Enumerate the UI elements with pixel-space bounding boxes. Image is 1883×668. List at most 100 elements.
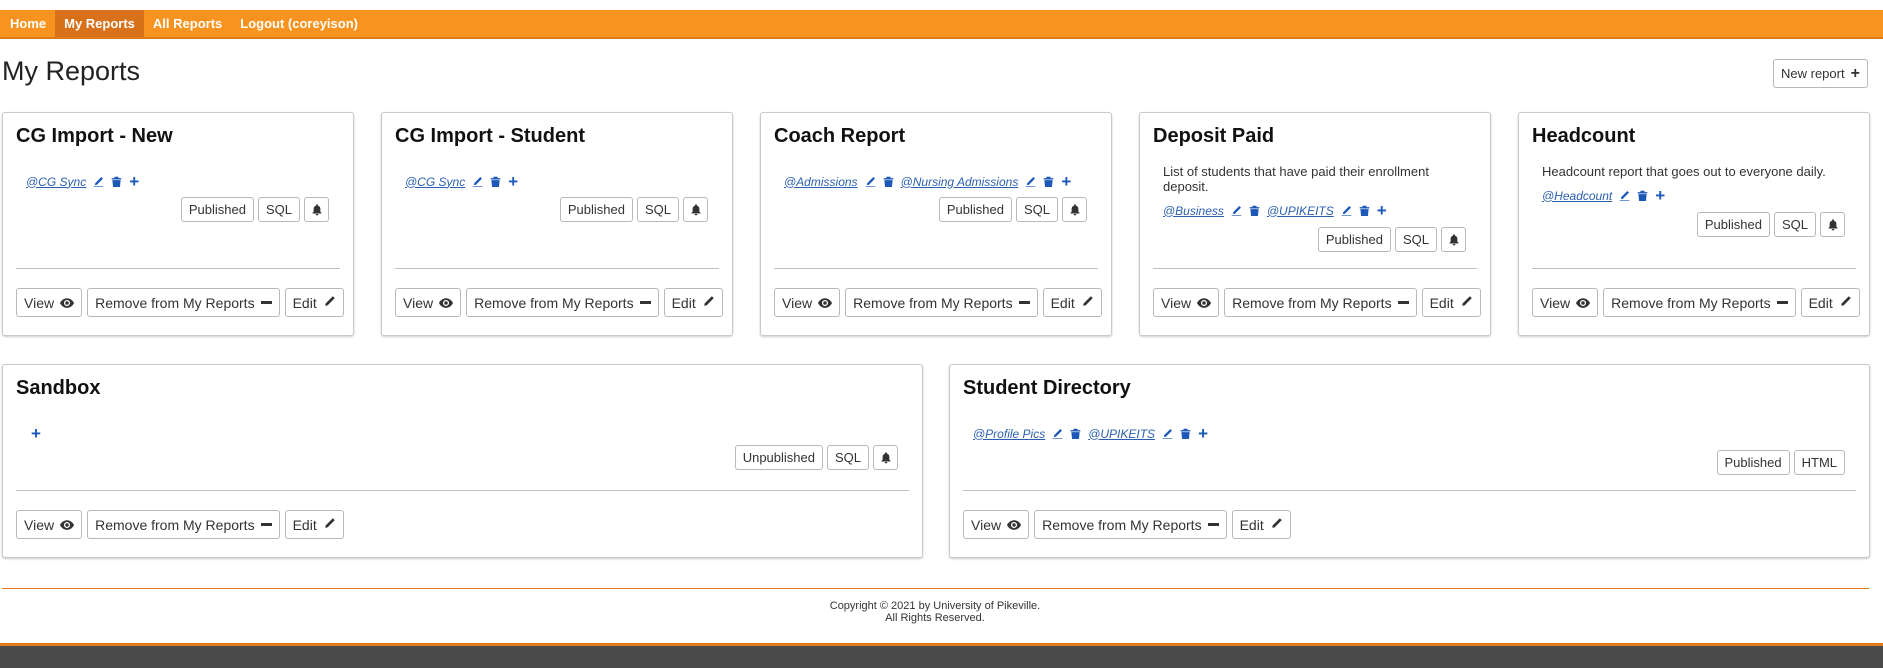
pencil-icon[interactable]: [1162, 428, 1173, 439]
report-card-coach-report: Coach Report @Admissions @Nursing Admiss…: [760, 112, 1112, 336]
pencil-icon[interactable]: [1052, 428, 1063, 439]
card-title: Headcount: [1532, 125, 1636, 147]
view-button[interactable]: View: [1153, 288, 1220, 317]
badge-group: Published SQL: [180, 197, 329, 222]
add-tag-icon[interactable]: +: [129, 173, 139, 190]
tag-link[interactable]: @Business: [1163, 204, 1224, 218]
card-title: Sandbox: [16, 377, 101, 399]
minus-icon: [1207, 523, 1219, 526]
add-tag-icon[interactable]: +: [31, 425, 41, 442]
nav-all-reports[interactable]: All Reports: [144, 10, 231, 37]
edit-label: Edit: [1429, 294, 1454, 311]
pencil-icon[interactable]: [865, 176, 876, 187]
new-report-button[interactable]: New report +: [1773, 59, 1868, 88]
card-divider: [16, 490, 909, 491]
trash-icon[interactable]: [883, 176, 894, 187]
pencil-icon[interactable]: [1025, 176, 1036, 187]
tag-link[interactable]: @Admissions: [784, 175, 858, 189]
edit-button[interactable]: Edit: [1231, 510, 1291, 539]
trash-icon[interactable]: [1180, 428, 1191, 439]
card-divider: [16, 268, 340, 269]
pencil-icon[interactable]: [1619, 190, 1630, 201]
bell-icon[interactable]: [683, 197, 708, 222]
trash-icon[interactable]: [1359, 205, 1370, 216]
tag-link[interactable]: @Nursing Admissions: [901, 175, 1019, 189]
remove-label: Remove from My Reports: [1611, 294, 1771, 311]
type-badge: SQL: [636, 197, 679, 222]
report-card-headcount: Headcount Headcount report that goes out…: [1518, 112, 1870, 336]
view-button[interactable]: View: [1532, 288, 1599, 317]
new-report-label: New report: [1781, 66, 1845, 81]
remove-from-my-reports-button[interactable]: Remove from My Reports: [1224, 288, 1417, 317]
view-button[interactable]: View: [16, 510, 83, 539]
badge-group: Published HTML: [1716, 450, 1845, 475]
bell-icon[interactable]: [1441, 227, 1466, 252]
view-button[interactable]: View: [16, 288, 83, 317]
card-actions: View Remove from My Reports Edit: [1532, 288, 1860, 317]
edit-button[interactable]: Edit: [1042, 288, 1102, 317]
tag-list: @Profile Pics @UPIKEITS +: [973, 425, 1208, 442]
tag-link[interactable]: @UPIKEITS: [1267, 204, 1334, 218]
remove-from-my-reports-button[interactable]: Remove from My Reports: [1034, 510, 1227, 539]
card-title: Student Directory: [963, 377, 1131, 399]
trash-icon[interactable]: [490, 176, 501, 187]
trash-icon[interactable]: [1249, 205, 1260, 216]
edit-button[interactable]: Edit: [284, 288, 344, 317]
pencil-icon[interactable]: [1341, 205, 1352, 216]
trash-icon[interactable]: [1043, 176, 1054, 187]
trash-icon[interactable]: [1637, 190, 1648, 201]
add-tag-icon[interactable]: +: [1655, 187, 1665, 204]
bell-icon[interactable]: [304, 197, 329, 222]
edit-button[interactable]: Edit: [1800, 288, 1860, 317]
remove-from-my-reports-button[interactable]: Remove from My Reports: [87, 510, 280, 539]
pencil-icon: [1081, 295, 1094, 311]
remove-label: Remove from My Reports: [474, 294, 634, 311]
tag-list: @Headcount +: [1542, 187, 1665, 204]
edit-label: Edit: [292, 294, 317, 311]
remove-from-my-reports-button[interactable]: Remove from My Reports: [466, 288, 659, 317]
tag-link[interactable]: @UPIKEITS: [1088, 427, 1155, 441]
view-label: View: [403, 294, 434, 311]
view-button[interactable]: View: [963, 510, 1030, 539]
pencil-icon[interactable]: [1231, 205, 1242, 216]
trash-icon[interactable]: [111, 176, 122, 187]
pencil-icon: [1839, 295, 1852, 311]
edit-label: Edit: [1808, 294, 1833, 311]
add-tag-icon[interactable]: +: [508, 173, 518, 190]
remove-from-my-reports-button[interactable]: Remove from My Reports: [845, 288, 1038, 317]
view-button[interactable]: View: [774, 288, 841, 317]
edit-button[interactable]: Edit: [284, 510, 344, 539]
remove-label: Remove from My Reports: [853, 294, 1013, 311]
type-badge: SQL: [1015, 197, 1058, 222]
report-card-student-directory: Student Directory @Profile Pics @UPIKEIT…: [949, 364, 1870, 558]
card-divider: [395, 268, 719, 269]
card-actions: View Remove from My Reports Edit: [774, 288, 1102, 317]
tag-link[interactable]: @Profile Pics: [973, 427, 1045, 441]
add-tag-icon[interactable]: +: [1377, 202, 1387, 219]
bell-icon[interactable]: [1062, 197, 1087, 222]
nav-my-reports[interactable]: My Reports: [55, 10, 144, 37]
pencil-icon[interactable]: [93, 176, 104, 187]
trash-icon[interactable]: [1070, 428, 1081, 439]
remove-from-my-reports-button[interactable]: Remove from My Reports: [1603, 288, 1796, 317]
nav-logout[interactable]: Logout (coreyison): [231, 10, 367, 37]
view-label: View: [782, 294, 813, 311]
eye-icon: [60, 295, 75, 311]
tag-link[interactable]: @Headcount: [1542, 189, 1612, 203]
tag-link[interactable]: @CG Sync: [405, 175, 465, 189]
minus-icon: [1776, 301, 1788, 304]
bell-icon[interactable]: [1820, 212, 1845, 237]
tag-link[interactable]: @CG Sync: [26, 175, 86, 189]
remove-from-my-reports-button[interactable]: Remove from My Reports: [87, 288, 280, 317]
footer-copyright: Copyright © 2021 by University of Pikevi…: [829, 600, 1041, 612]
eye-icon: [60, 517, 75, 533]
add-tag-icon[interactable]: +: [1061, 173, 1071, 190]
bell-icon[interactable]: [873, 445, 898, 470]
edit-label: Edit: [1239, 516, 1264, 533]
edit-button[interactable]: Edit: [663, 288, 723, 317]
edit-button[interactable]: Edit: [1421, 288, 1481, 317]
add-tag-icon[interactable]: +: [1198, 425, 1208, 442]
pencil-icon[interactable]: [472, 176, 483, 187]
nav-home[interactable]: Home: [1, 10, 55, 37]
view-button[interactable]: View: [395, 288, 462, 317]
